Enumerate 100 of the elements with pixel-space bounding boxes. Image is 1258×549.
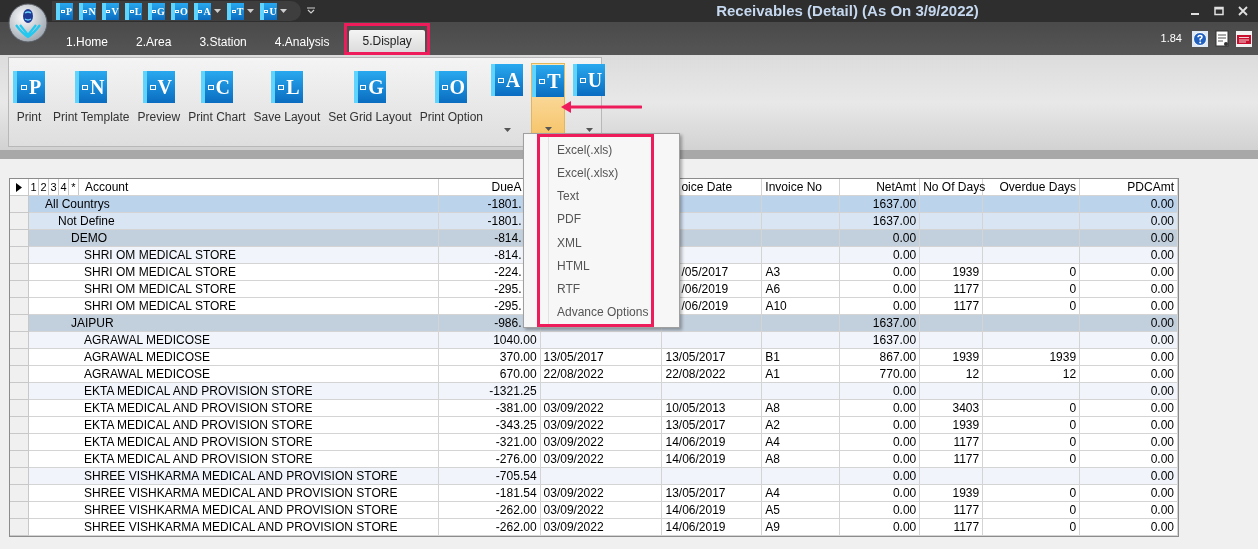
table-cell: SHREE VISHKARMA MEDICAL AND PROVISION STORE — [29, 502, 439, 519]
table-cell: 1637.00 — [840, 213, 921, 230]
customize-icon[interactable] — [307, 7, 315, 15]
group-level-button[interactable]: 3 — [49, 179, 59, 195]
menu-item[interactable]: HTML — [549, 254, 651, 278]
ribbon-button[interactable]: G Set Grid Layout — [328, 63, 412, 126]
window-title: Receivables (Detail) (As On 3/9/2022) — [715, 0, 980, 21]
table-cell: 14/06/2019 — [662, 451, 763, 468]
table-cell: DEMO — [29, 230, 439, 247]
table-cell: EKTA MEDICAL AND PROVISION STORE — [29, 417, 439, 434]
table-cell: A4 — [762, 434, 841, 451]
ribbon-button[interactable]: C Print Chart — [188, 63, 246, 126]
table-cell: SHREE VISHKARMA MEDICAL AND PROVISION STORE — [29, 468, 439, 485]
table-cell: 0 — [983, 502, 1081, 519]
column-header[interactable]: Invoice No — [762, 179, 840, 195]
table-cell: 0.00 — [1080, 383, 1178, 400]
table-cell: SHRI OM MEDICAL STORE — [29, 298, 439, 315]
menu-item[interactable]: XML — [549, 231, 651, 255]
table-cell: A8 — [762, 400, 841, 417]
menu-item[interactable]: PDF — [549, 207, 651, 231]
table-cell: SHREE VISHKARMA MEDICAL AND PROVISION STORE — [29, 519, 439, 536]
table-cell: 867.00 — [840, 349, 921, 366]
ribbon-tab[interactable]: 3.Station — [186, 31, 260, 53]
ribbon-button[interactable]: P Print — [13, 63, 45, 126]
column-header[interactable]: No Of Days — [920, 179, 983, 195]
caret-icon — [503, 128, 511, 132]
ribbon-button[interactable]: N Print Template — [53, 63, 130, 126]
ribbon-tab[interactable]: 1.Home — [53, 31, 122, 53]
column-header[interactable]: Account — [79, 179, 129, 195]
help-icon[interactable] — [1192, 30, 1208, 47]
table-cell: 0.00 — [840, 417, 921, 434]
toolbar-button[interactable]: V — [102, 2, 119, 20]
table-cell: B1 — [762, 349, 841, 366]
group-level-button[interactable]: * — [69, 179, 79, 195]
ribbon-tab[interactable]: 4.Analysis — [261, 31, 343, 53]
table-cell: A2 — [762, 417, 841, 434]
ribbon-tab[interactable]: 5.Display — [349, 30, 425, 52]
table-cell: A8 — [762, 451, 841, 468]
ribbon-button[interactable]: V Preview — [137, 63, 181, 126]
caret-icon — [247, 9, 254, 13]
group-level-button[interactable]: 2 — [39, 179, 49, 195]
menu-item[interactable]: Excel(.xlsx) — [549, 161, 651, 185]
table-cell: 22/08/2022 — [540, 366, 663, 383]
close-icon[interactable] — [1238, 6, 1248, 16]
toolbar-button[interactable]: P — [56, 2, 73, 20]
group-level-button[interactable]: 1 — [29, 179, 39, 195]
row-pointer-icon — [16, 182, 22, 192]
table-cell: 0.00 — [840, 468, 921, 485]
table-cell: 14/06/2019 — [662, 502, 763, 519]
table-cell: EKTA MEDICAL AND PROVISION STORE — [29, 400, 439, 417]
menu-item[interactable]: Advance Options — [549, 300, 651, 324]
table-cell: 1939 — [920, 349, 984, 366]
table-cell: 0 — [983, 417, 1081, 434]
menu-item[interactable]: Text — [549, 184, 651, 208]
table-cell: 0.00 — [1080, 468, 1178, 485]
version-label: 1.84 — [1160, 31, 1182, 47]
table-cell: 0.00 — [1080, 213, 1178, 230]
table-cell: 0.00 — [840, 298, 921, 315]
report-icon[interactable] — [1214, 30, 1230, 47]
ribbon-button[interactable]: L Save Layout — [253, 63, 321, 126]
table-cell: SHRI OM MEDICAL STORE — [29, 281, 439, 298]
menu-item[interactable]: Excel(.xls) — [549, 138, 651, 162]
toolbar-button[interactable]: L — [125, 2, 142, 20]
document-icon: A — [491, 64, 523, 96]
table-cell: 13/05/2017 — [662, 417, 763, 434]
split-button[interactable]: U — [573, 63, 605, 136]
table-cell: A4 — [762, 485, 841, 502]
table-cell: JAIPUR — [29, 315, 439, 332]
group-level-button[interactable]: 4 — [59, 179, 69, 195]
maximize-icon[interactable] — [1214, 6, 1224, 16]
table-cell: 1177 — [920, 298, 984, 315]
table-cell: 0.00 — [1080, 315, 1178, 332]
table-cell: 03/09/2022 — [540, 400, 663, 417]
column-header[interactable]: PDCAmt — [1080, 179, 1177, 195]
table-cell: All Countrys — [29, 196, 439, 213]
table-cell: 1637.00 — [840, 196, 921, 213]
split-button[interactable]: T — [531, 63, 565, 136]
split-button[interactable]: A — [491, 63, 523, 136]
table-cell: 0.00 — [1080, 400, 1178, 417]
table-cell: 10/05/2013 — [662, 400, 763, 417]
document-icon: P — [13, 71, 45, 103]
column-header[interactable]: NetAmt — [840, 179, 920, 195]
ribbon-tab[interactable]: 2.Area — [123, 31, 185, 53]
table-cell: 03/09/2022 — [540, 519, 663, 536]
ribbon-button[interactable]: O Print Option — [419, 63, 483, 126]
exit-icon[interactable] — [1236, 30, 1252, 47]
table-cell: 0.00 — [840, 400, 921, 417]
table-cell: 03/09/2022 — [540, 434, 663, 451]
toolbar-button[interactable]: O — [171, 2, 188, 20]
table-cell: 0.00 — [1080, 281, 1178, 298]
table-cell: 0.00 — [840, 434, 921, 451]
menu-item[interactable]: RTF — [549, 277, 651, 301]
table-cell: 0.00 — [1080, 196, 1178, 213]
table-cell: AGRAWAL MEDICOSE — [29, 366, 439, 383]
table-cell — [920, 247, 984, 264]
toolbar-button[interactable]: G — [148, 2, 165, 20]
caret-icon — [280, 9, 287, 13]
table-cell: 0.00 — [1080, 264, 1178, 281]
app-logo[interactable] — [8, 3, 48, 43]
toolbar-button[interactable]: N — [79, 2, 96, 20]
